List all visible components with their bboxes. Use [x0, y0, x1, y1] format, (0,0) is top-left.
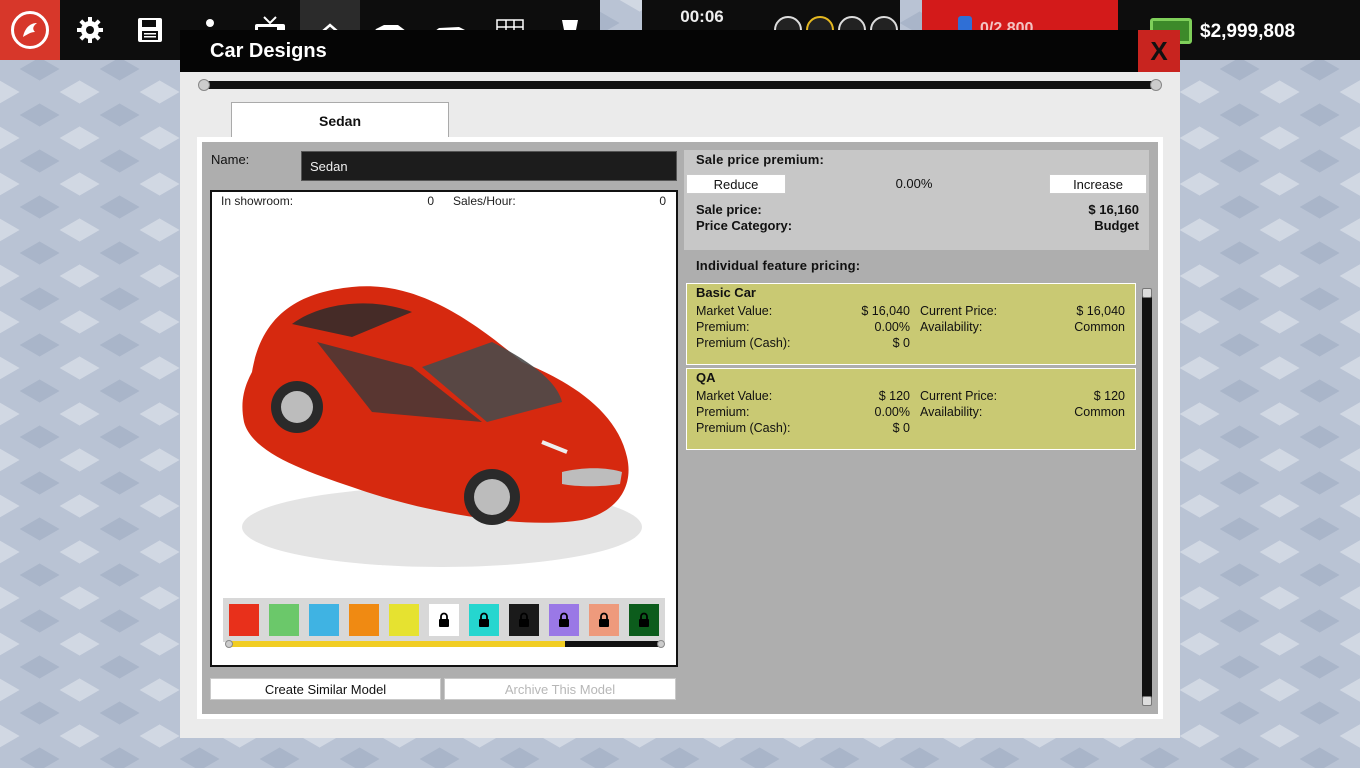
locked-color-swatch[interactable] — [429, 604, 459, 636]
swatch-scroll-right[interactable] — [657, 640, 665, 648]
market-value-label: Market Value: — [696, 389, 773, 403]
locked-color-swatch[interactable] — [589, 604, 619, 636]
market-value-label: Market Value: — [696, 304, 773, 318]
swatch-scroll-left[interactable] — [225, 640, 233, 648]
scroll-left-button[interactable] — [198, 79, 210, 91]
feature-card[interactable]: QA Market Value: $ 120 Premium: 0.00% Premium… — [686, 368, 1136, 450]
lock-icon — [599, 612, 609, 627]
sales-label: Sales/Hour: — [453, 194, 516, 208]
lock-icon — [639, 612, 649, 627]
current-price-value: $ 16,040 — [1076, 304, 1125, 318]
price-category-label: Price Category: — [696, 218, 793, 233]
availability-label: Availability: — [920, 405, 983, 419]
premium-cash-value: $ 0 — [892, 336, 910, 350]
market-value: $ 120 — [878, 389, 910, 403]
design-content: Name: In showroom: 0 Sales/Hour: 0 — [197, 137, 1163, 719]
scroll-right-button[interactable] — [1150, 79, 1162, 91]
tabs-scrollbar[interactable] — [198, 79, 1162, 91]
feature-name: Basic Car — [696, 285, 756, 300]
lock-icon — [439, 612, 449, 627]
name-label: Name: — [211, 152, 250, 167]
save-icon[interactable] — [120, 0, 180, 60]
feature-scroll-track[interactable] — [1142, 294, 1152, 698]
color-swatch[interactable] — [309, 604, 339, 636]
feature-name: QA — [696, 370, 716, 385]
sale-price-value: $ 16,160 — [1088, 202, 1139, 217]
sales-value: 0 — [659, 194, 666, 208]
feature-scroll-down[interactable] — [1142, 696, 1152, 706]
sale-price-premium-panel: Sale price premium: Reduce 0.00% Increas… — [684, 150, 1149, 250]
locked-color-swatch[interactable] — [509, 604, 539, 636]
lock-icon — [519, 612, 529, 627]
car-designs-dialog: Car Designs X Sedan Name: In showroom: 0… — [180, 30, 1180, 738]
locked-color-swatch[interactable] — [629, 604, 659, 636]
swatch-scrollbar[interactable] — [225, 640, 665, 648]
locked-color-swatch[interactable] — [549, 604, 579, 636]
dialog-title: Car Designs — [210, 40, 327, 62]
premium-label: Premium: — [696, 405, 750, 419]
lock-icon — [559, 612, 569, 627]
showroom-panel: In showroom: 0 Sales/Hour: 0 — [210, 190, 678, 667]
current-price-label: Current Price: — [920, 389, 998, 403]
color-swatch[interactable] — [269, 604, 299, 636]
lock-icon — [479, 612, 489, 627]
premium-value: 0.00% — [895, 176, 933, 191]
game-time: 00:06 — [680, 7, 724, 26]
feature-card[interactable]: Basic Car Market Value: $ 16,040 Premium: 0.… — [686, 283, 1136, 365]
name-field[interactable] — [301, 151, 677, 181]
create-similar-button[interactable]: Create Similar Model — [210, 678, 441, 700]
color-swatch[interactable] — [229, 604, 259, 636]
gear-icon[interactable] — [60, 0, 120, 60]
color-swatch[interactable] — [349, 604, 379, 636]
swatch-scroll-thumb[interactable] — [231, 641, 565, 647]
dialog-header: Car Designs — [180, 30, 1180, 72]
premium-label: Premium: — [696, 320, 750, 334]
premium-cash-label: Premium (Cash): — [696, 336, 791, 350]
money-amount: $2,999,808 — [1200, 21, 1296, 42]
sale-price-label: Sale price: — [696, 202, 762, 217]
current-price-value: $ 120 — [1093, 389, 1125, 403]
premium-value: 0.00% — [874, 320, 910, 334]
color-swatches — [223, 598, 665, 642]
premium-cash-label: Premium (Cash): — [696, 421, 791, 435]
price-category-value: Budget — [1094, 218, 1139, 233]
archive-button[interactable]: Archive This Model — [444, 678, 676, 700]
reduce-button[interactable]: Reduce — [686, 174, 786, 194]
availability-value: Common — [1074, 320, 1125, 334]
premium-value: 0.00% — [874, 405, 910, 419]
current-price-label: Current Price: — [920, 304, 998, 318]
scrollbar-track[interactable] — [208, 81, 1152, 89]
availability-label: Availability: — [920, 320, 983, 334]
tab-sedan[interactable]: Sedan — [231, 102, 449, 138]
logo-icon[interactable] — [0, 0, 60, 60]
availability-value: Common — [1074, 405, 1125, 419]
premium-title: Sale price premium: — [696, 152, 825, 167]
feature-pricing-title: Individual feature pricing: — [696, 258, 861, 273]
locked-color-swatch[interactable] — [469, 604, 499, 636]
close-button[interactable]: X — [1138, 30, 1180, 72]
feature-scrollbar[interactable] — [1142, 288, 1152, 706]
showroom-value: 0 — [427, 194, 434, 208]
premium-cash-value: $ 0 — [892, 421, 910, 435]
market-value: $ 16,040 — [861, 304, 910, 318]
showroom-label: In showroom: — [221, 194, 294, 208]
car-image — [242, 286, 642, 567]
increase-button[interactable]: Increase — [1049, 174, 1147, 194]
color-swatch[interactable] — [389, 604, 419, 636]
feature-scroll-up[interactable] — [1142, 288, 1152, 298]
